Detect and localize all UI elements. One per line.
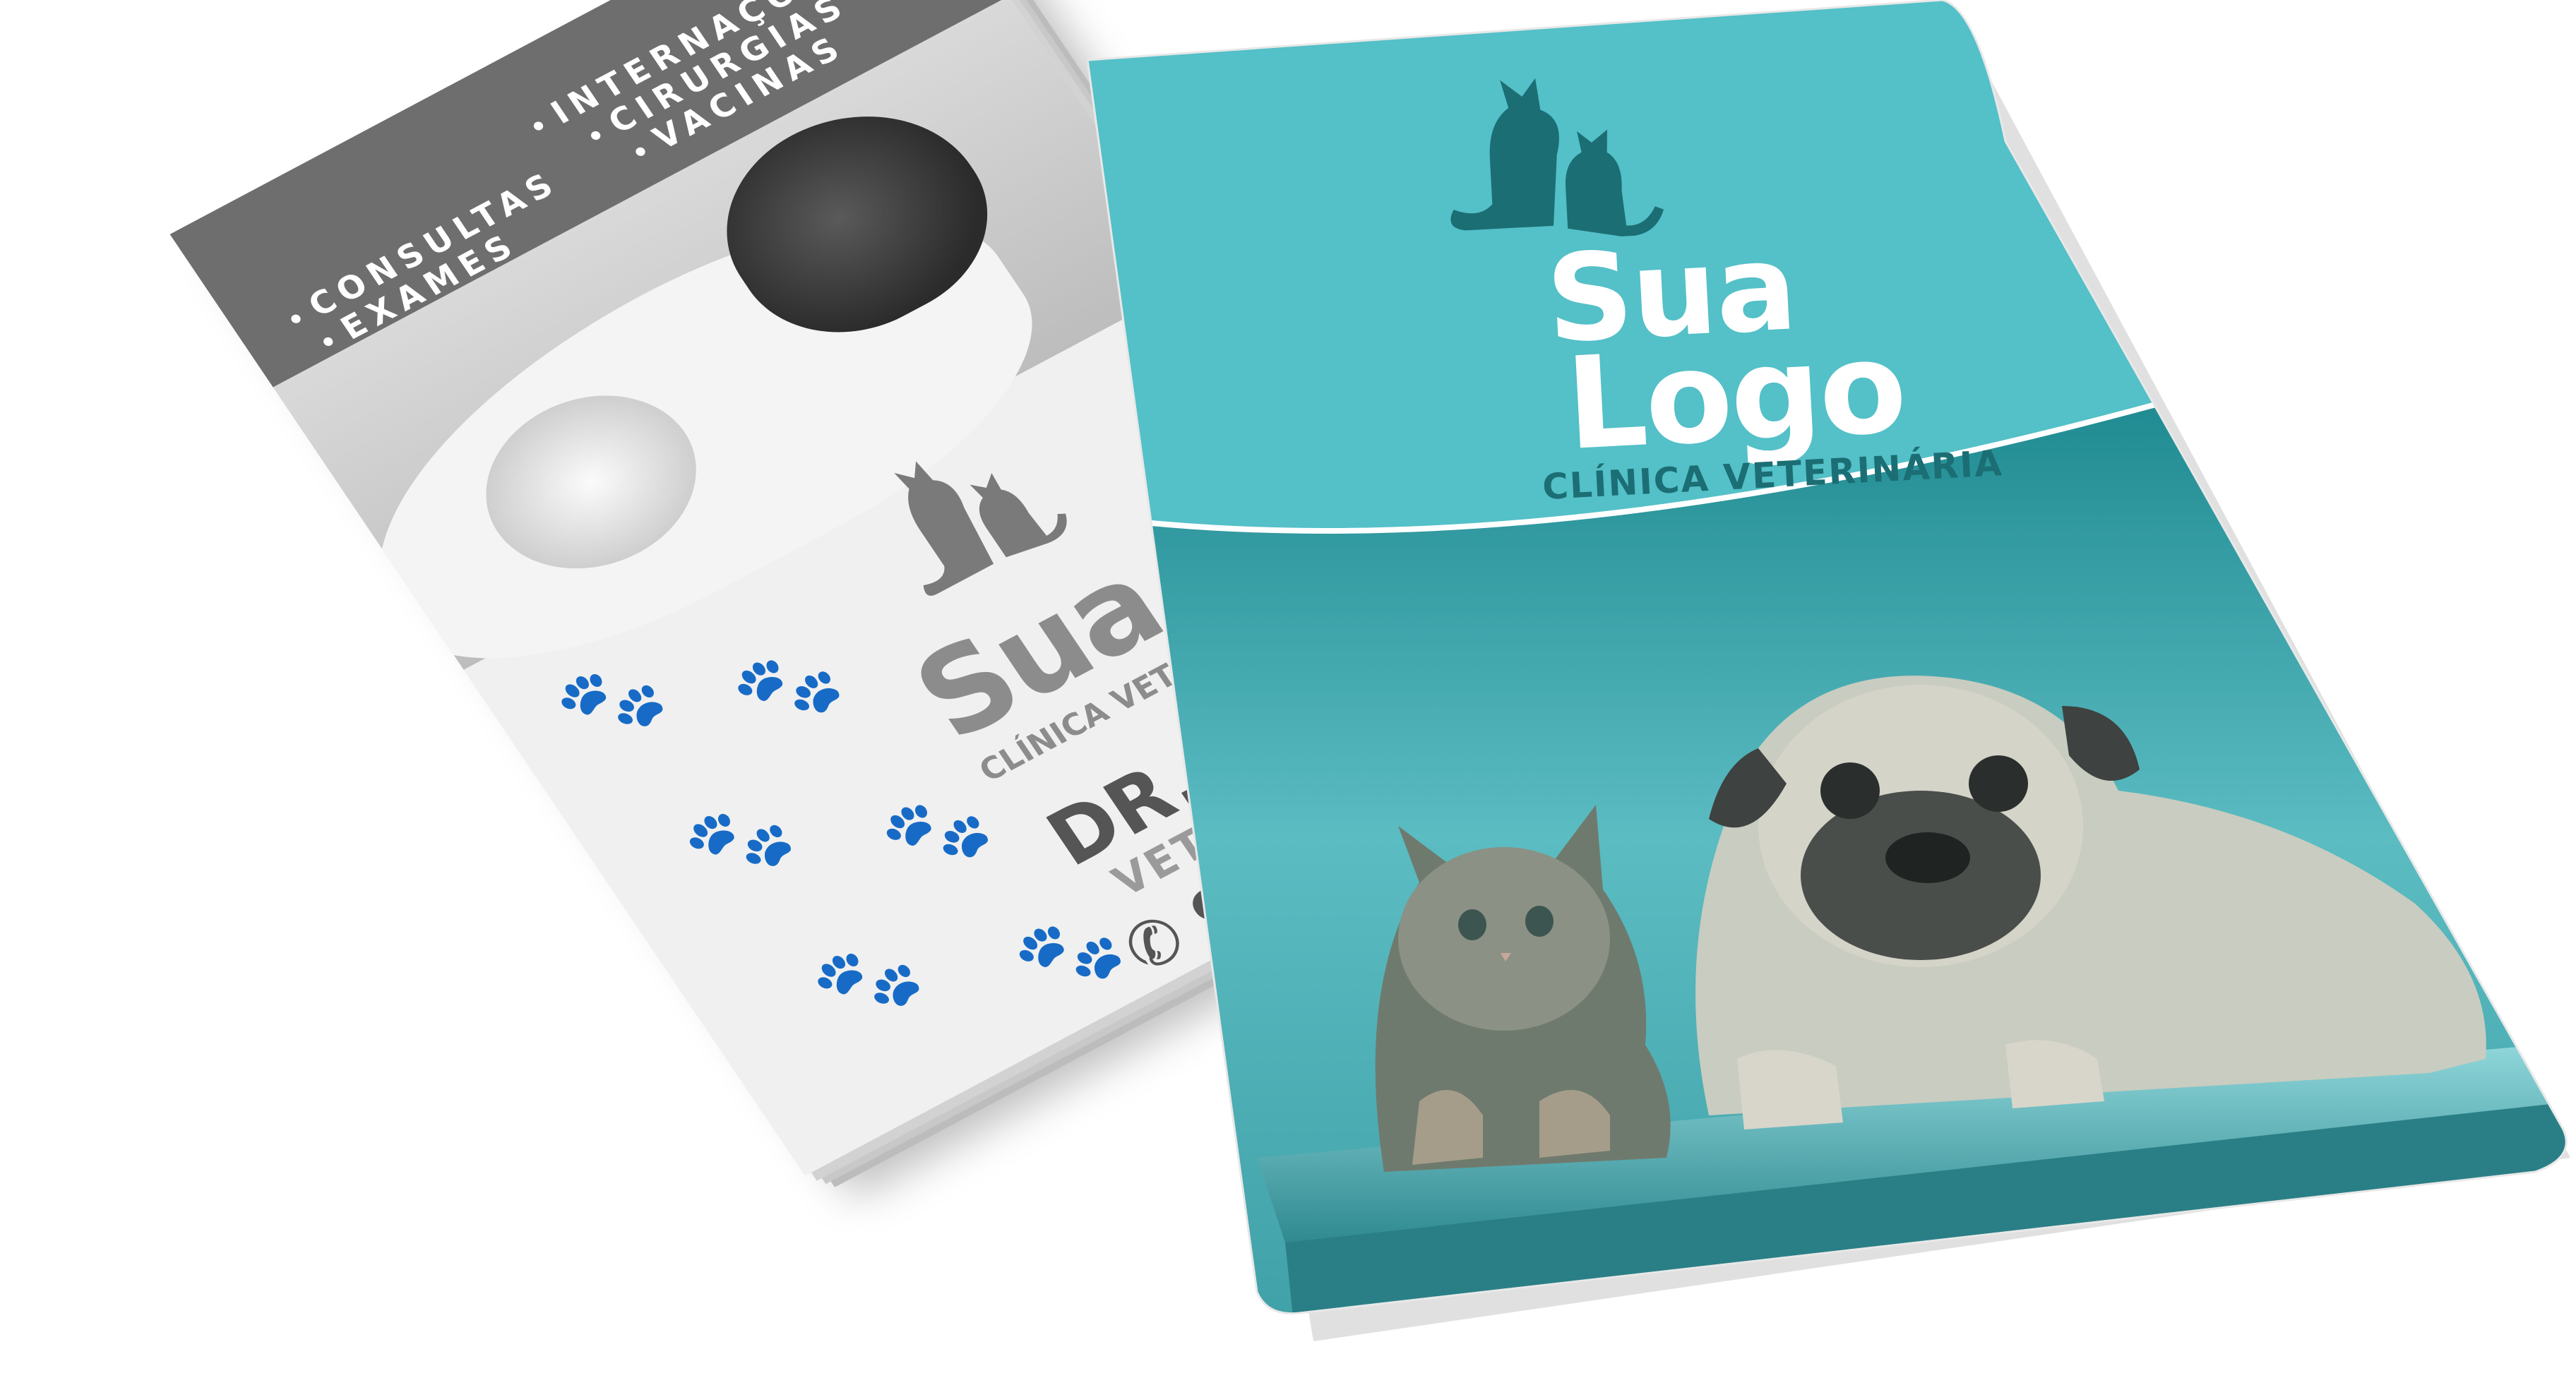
paw-print-icon: 🐾 <box>669 779 806 901</box>
brochure-mockup-scene: CONSULTAS EXAMES RAIO-X INTERNAÇÕES CIRU… <box>0 0 2576 1378</box>
pug-photo <box>1695 676 2486 1130</box>
paw-print-icon: 🐾 <box>718 625 855 747</box>
paw-print-icon: 🐾 <box>798 918 935 1040</box>
flyer-logo: Sua Logo CLÍNICA VETERINÁRIA <box>1394 49 2004 530</box>
logo-word-logo: Logo <box>1562 313 1909 479</box>
paw-print-icon: 🐾 <box>542 640 678 761</box>
paw-print-icon: 🐾 <box>866 770 1003 892</box>
dog-and-cat-silhouette-icon <box>1450 78 1664 236</box>
flyer-front: Sua Logo CLÍNICA VETERINÁRIA <box>1087 0 2576 1378</box>
